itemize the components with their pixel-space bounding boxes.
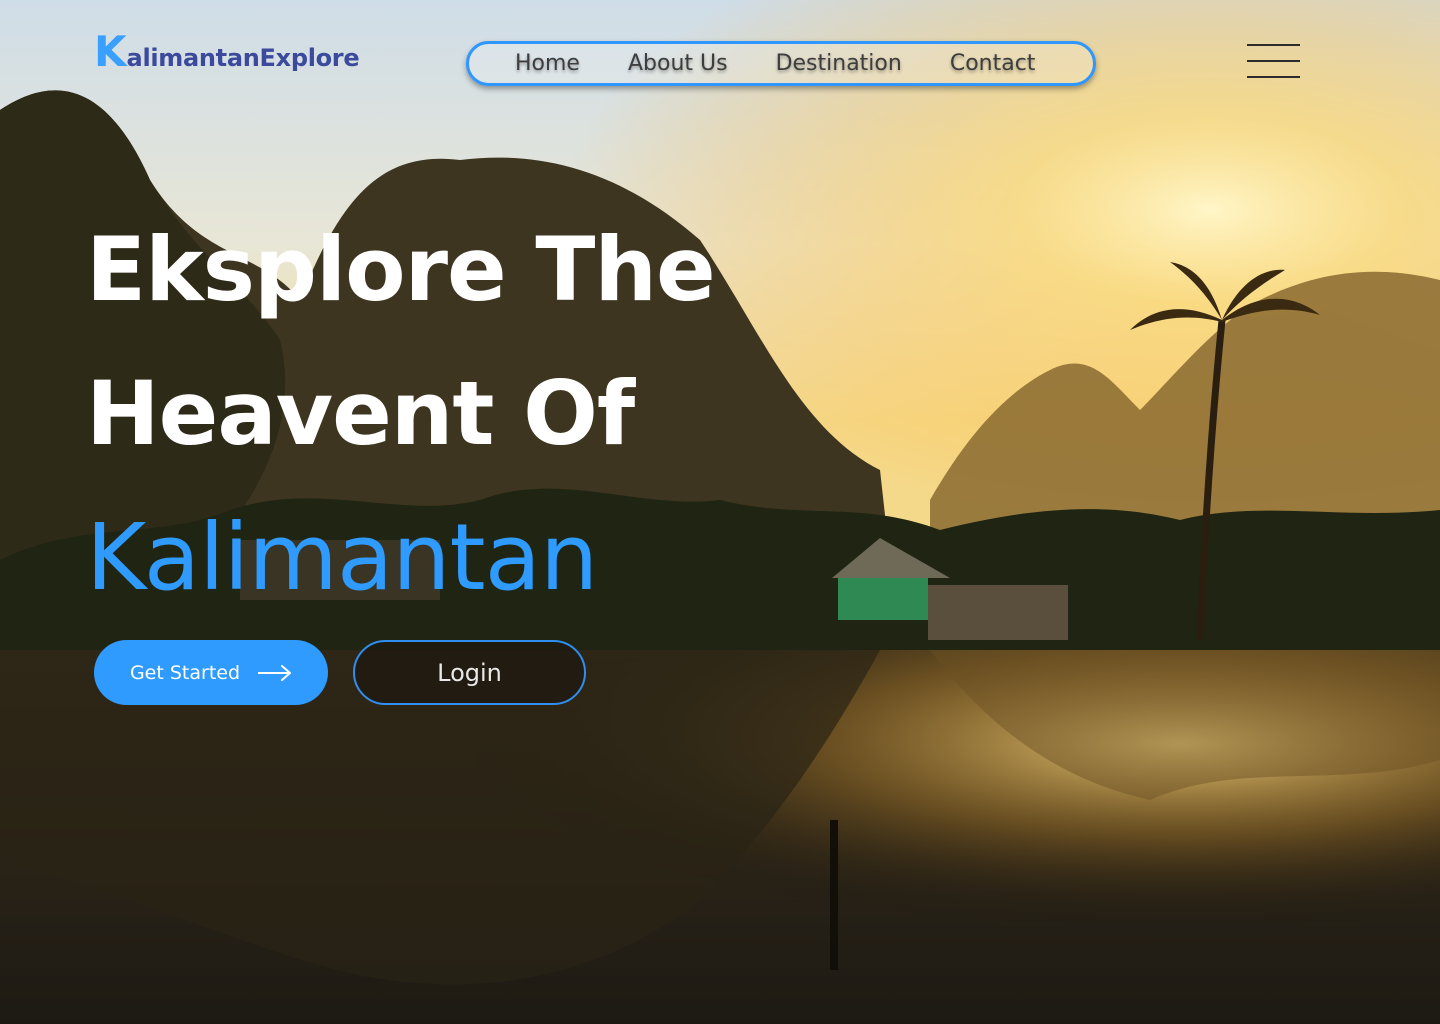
- nav-item-home[interactable]: Home: [515, 51, 580, 76]
- menu-bar-middle: [1247, 60, 1300, 62]
- get-started-label: Get Started: [129, 661, 241, 684]
- nav-item-contact[interactable]: Contact: [950, 51, 1036, 76]
- login-button[interactable]: Login: [353, 640, 586, 705]
- hero-headline: Eksplore The Heavent Of Kalimantan: [86, 198, 716, 630]
- hero-line-2: Heavent Of: [86, 362, 635, 465]
- menu-bar-top: [1247, 44, 1300, 46]
- nav-item-destination[interactable]: Destination: [776, 51, 902, 76]
- brand-logo[interactable]: K alimantanExplore: [94, 27, 360, 76]
- hero-line-3: Kalimantan: [86, 504, 598, 611]
- menu-bar-bottom: [1247, 76, 1300, 78]
- login-label: Login: [437, 658, 502, 687]
- hamburger-menu-icon[interactable]: [1247, 44, 1300, 78]
- main-nav: Home About Us Destination Contact: [466, 41, 1096, 86]
- logo-letter: K: [94, 27, 127, 76]
- hero-line-1: Eksplore The: [86, 218, 716, 321]
- logo-text: alimantanExplore: [126, 44, 360, 72]
- nav-item-about-us[interactable]: About Us: [628, 51, 728, 76]
- get-started-button[interactable]: Get Started: [94, 640, 328, 705]
- arrow-right-icon: [258, 664, 292, 681]
